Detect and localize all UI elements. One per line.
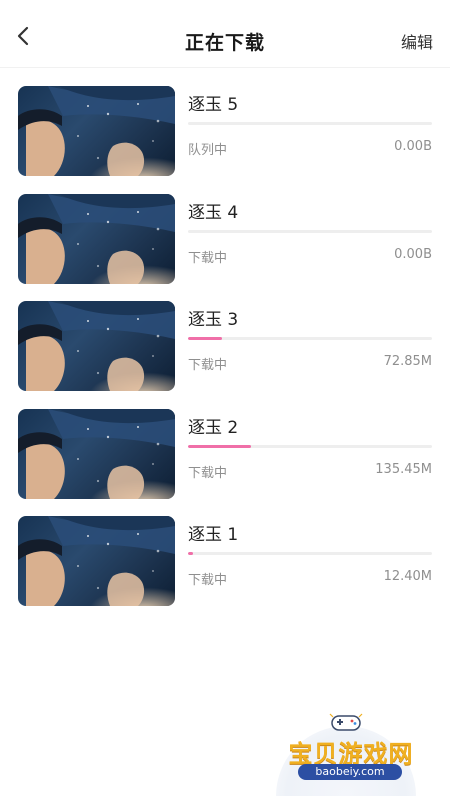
item-title: 逐玉 3 bbox=[188, 310, 239, 330]
top-bar: 正在下载 编辑 bbox=[0, 0, 450, 68]
progress-bar bbox=[188, 337, 432, 340]
item-size: 12.40M bbox=[383, 569, 432, 584]
progress-bar bbox=[188, 122, 432, 125]
watermark-url: baobeiy.com bbox=[298, 764, 402, 780]
download-item[interactable]: 逐玉 3 下载中 72.85M bbox=[0, 301, 450, 391]
item-status: 队列中 bbox=[188, 143, 228, 158]
item-title: 逐玉 1 bbox=[188, 525, 239, 545]
item-title: 逐玉 5 bbox=[188, 95, 239, 115]
progress-bar bbox=[188, 229, 432, 233]
item-status: 下载中 bbox=[188, 250, 228, 266]
video-thumbnail bbox=[18, 408, 175, 499]
page-title: 正在下载 bbox=[184, 32, 265, 54]
progress-bar-fill bbox=[188, 337, 223, 340]
progress-bar bbox=[188, 552, 432, 555]
download-item[interactable]: 逐玉 2 下载中 135.45M bbox=[0, 408, 450, 499]
video-thumbnail bbox=[18, 193, 175, 284]
item-title: 逐玉 4 bbox=[188, 202, 239, 223]
download-item[interactable]: 逐玉 5 队列中 0.00B bbox=[0, 86, 450, 176]
item-status: 下载中 bbox=[188, 358, 228, 373]
item-size: 135.45M bbox=[375, 461, 432, 477]
item-status: 下载中 bbox=[188, 573, 228, 588]
download-item[interactable]: 逐玉 4 下载中 0.00B bbox=[0, 193, 450, 284]
gamepad-icon bbox=[329, 713, 363, 731]
item-status: 下载中 bbox=[188, 465, 228, 481]
item-title: 逐玉 2 bbox=[188, 417, 239, 438]
item-size: 0.00B bbox=[394, 246, 432, 262]
progress-bar-fill bbox=[188, 444, 252, 448]
edit-button[interactable]: 编辑 bbox=[401, 29, 433, 53]
download-item[interactable]: 逐玉 1 下载中 12.40M bbox=[0, 516, 450, 606]
item-size: 0.00B bbox=[394, 139, 432, 154]
progress-bar-fill bbox=[188, 552, 193, 555]
watermark-logo: 宝贝游戏网 baobeiy.com bbox=[268, 706, 428, 796]
download-list: 逐玉 5 队列中 0.00B 逐玉 4 下载中 0.00B 逐玉 3 下载中 7… bbox=[0, 86, 450, 624]
item-size: 72.85M bbox=[383, 354, 432, 369]
video-thumbnail bbox=[18, 301, 175, 391]
video-thumbnail bbox=[18, 86, 175, 176]
download-page: 正在下载 编辑 逐玉 5 队列中 0.00B 逐玉 4 下载中 0.00B 逐玉… bbox=[0, 0, 450, 800]
video-thumbnail bbox=[18, 516, 175, 606]
progress-bar bbox=[188, 444, 432, 448]
